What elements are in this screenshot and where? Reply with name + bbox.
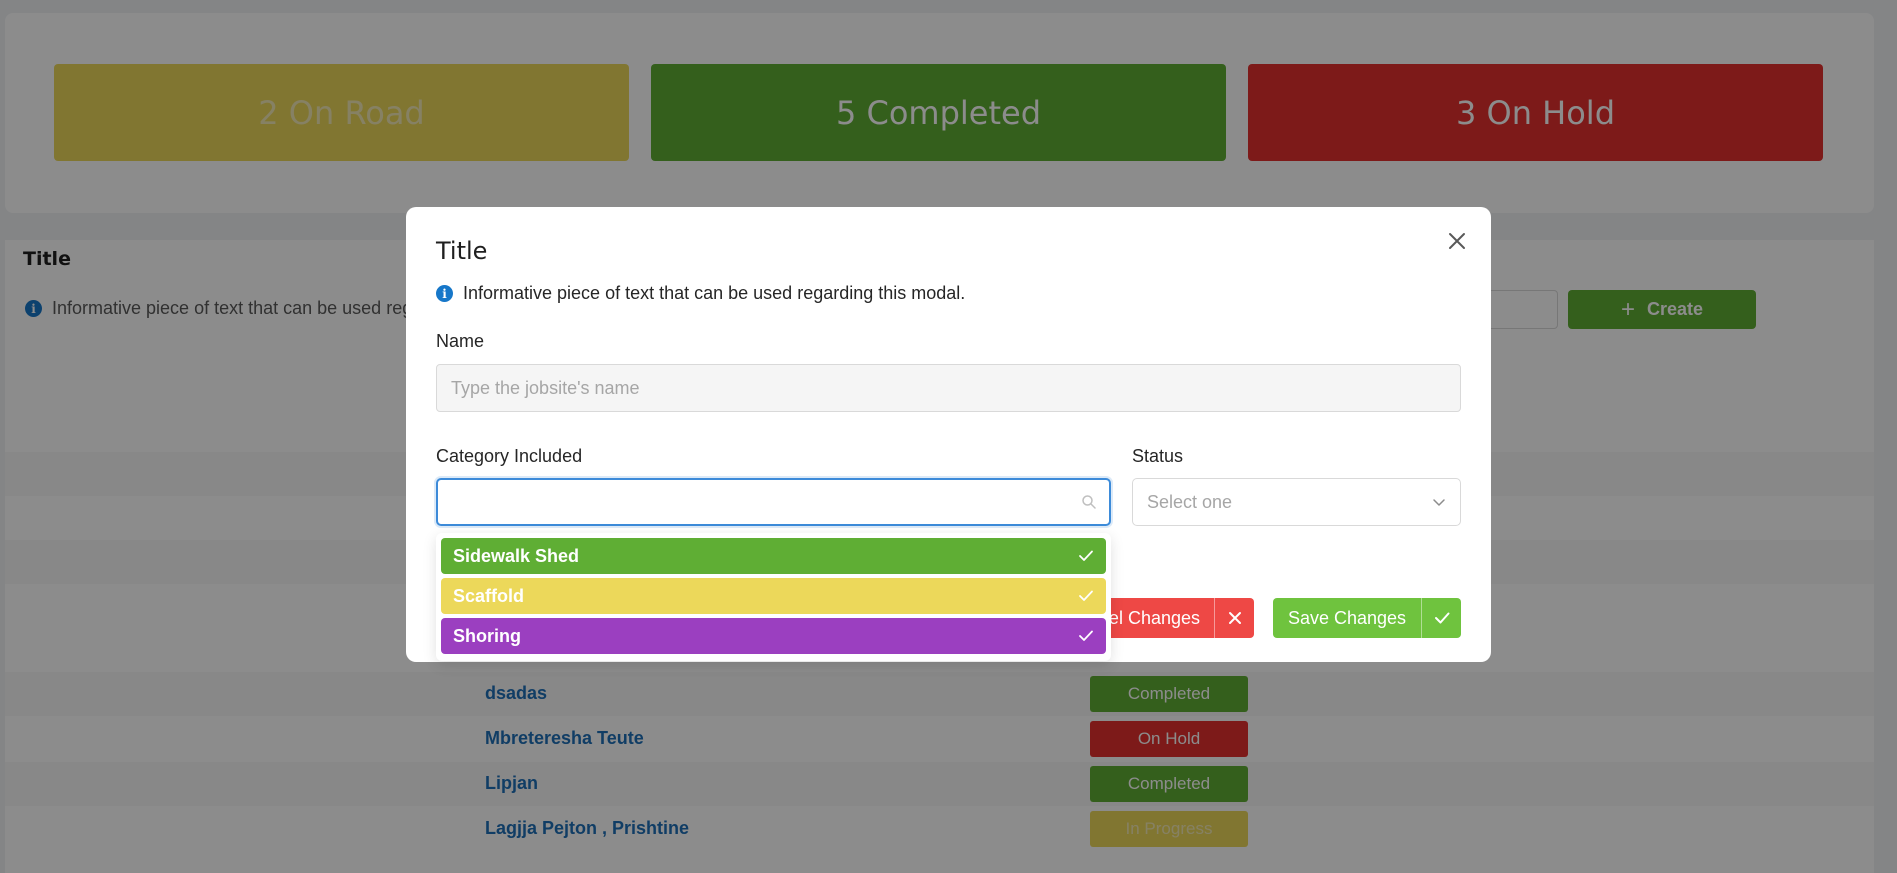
status-select[interactable]: Select one [1132,478,1461,526]
close-icon [1214,598,1254,638]
close-icon[interactable] [1445,229,1469,253]
category-option-shoring[interactable]: Shoring [441,618,1106,654]
info-icon: i [436,285,453,302]
category-select[interactable] [436,478,1111,526]
modal-title: Title [436,237,488,265]
jobsite-modal: Title i Informative piece of text that c… [406,207,1491,662]
check-icon [1079,550,1093,561]
chevron-down-icon [1433,499,1445,506]
modal-info: i Informative piece of text that can be … [436,283,965,304]
jobsite-name-input[interactable] [436,364,1461,412]
category-option-sidewalk-shed[interactable]: Sidewalk Shed [441,538,1106,574]
category-search-input[interactable] [442,480,1072,524]
check-icon [1421,598,1461,638]
category-option-label: Sidewalk Shed [453,545,580,566]
name-label: Name [436,331,485,351]
category-option-scaffold[interactable]: Scaffold [441,578,1106,614]
save-changes-label: Save Changes [1287,607,1407,628]
status-label: Status [1132,446,1184,466]
check-icon [1079,590,1093,601]
category-label: Category Included [436,446,583,466]
search-icon [1082,495,1096,509]
status-select-placeholder: Select one [1147,491,1233,512]
category-dropdown: Sidewalk Shed Scaffold Shoring [436,533,1111,661]
category-option-label: Scaffold [453,585,525,606]
modal-info-text: Informative piece of text that can be us… [463,283,966,303]
save-changes-button[interactable]: Save Changes [1273,598,1461,638]
category-option-label: Shoring [453,625,521,646]
check-icon [1079,630,1093,641]
